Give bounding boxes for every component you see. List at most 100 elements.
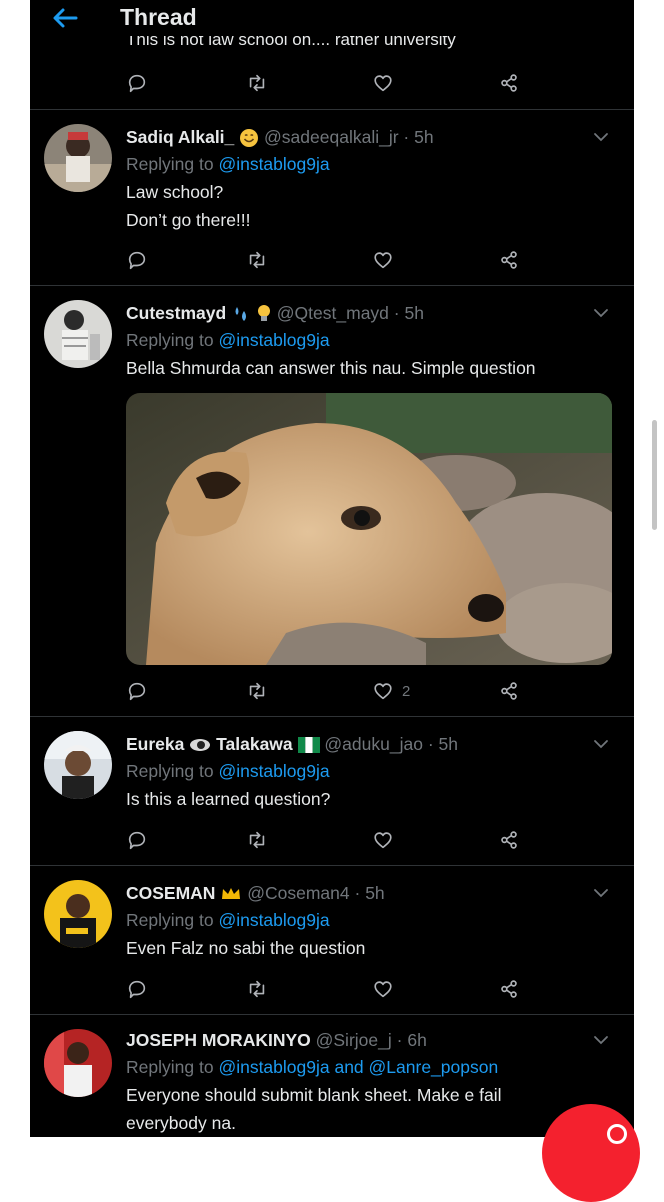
avatar[interactable] bbox=[44, 124, 112, 192]
handle[interactable]: @aduku_jao bbox=[324, 734, 423, 754]
top-bar: Thread bbox=[30, 0, 634, 36]
retweet-button[interactable] bbox=[246, 976, 268, 1002]
reply-icon bbox=[128, 74, 146, 93]
tweet-actions: 2 bbox=[126, 678, 566, 706]
crown-icon bbox=[222, 888, 241, 900]
retweet-button[interactable] bbox=[246, 827, 268, 853]
handle[interactable]: @Coseman4 bbox=[247, 883, 349, 903]
scrollbar[interactable] bbox=[652, 420, 657, 530]
tweet-text-line: Law school? bbox=[126, 182, 224, 202]
more-options-button[interactable] bbox=[592, 130, 610, 144]
display-name[interactable]: Eureka bbox=[126, 734, 184, 754]
eye-icon bbox=[190, 739, 211, 752]
mention-link[interactable]: @instablog9ja bbox=[218, 910, 329, 930]
avatar[interactable] bbox=[44, 300, 112, 368]
timestamp[interactable]: 5h bbox=[365, 883, 384, 903]
mention-link[interactable]: @instablog9ja bbox=[218, 330, 329, 350]
replying-prefix: Replying to bbox=[126, 910, 214, 930]
separator-dot: · bbox=[354, 883, 361, 903]
tweet-body: JOSEPH MORAKINYO @Sirjoe_j · 6h Replying… bbox=[126, 1027, 618, 1137]
reply-button[interactable] bbox=[126, 678, 148, 704]
share-button[interactable] bbox=[498, 247, 520, 273]
tweet-body: Eureka Talakawa @aduku_jao · 5h Replying… bbox=[126, 731, 618, 813]
like-button[interactable] bbox=[372, 827, 394, 853]
display-name[interactable]: Sadiq Alkali_ bbox=[126, 127, 234, 147]
timestamp[interactable]: 5h bbox=[439, 734, 458, 754]
more-options-button[interactable] bbox=[592, 1033, 610, 1047]
reply-icon bbox=[128, 682, 146, 701]
display-name[interactable]: COSEMAN bbox=[126, 883, 215, 903]
share-button[interactable] bbox=[498, 678, 520, 704]
share-button[interactable] bbox=[498, 70, 520, 96]
tweet-media-image[interactable] bbox=[126, 393, 612, 665]
reply-button[interactable] bbox=[126, 976, 148, 1002]
more-options-button[interactable] bbox=[592, 737, 610, 751]
partial-tweet[interactable]: This is not law school oh.... rather uni… bbox=[30, 30, 634, 110]
avatar[interactable] bbox=[44, 731, 112, 799]
timestamp[interactable]: 6h bbox=[407, 1030, 426, 1050]
handle[interactable]: @sadeeqalkali_jr bbox=[264, 127, 399, 147]
chevron-down-icon bbox=[594, 133, 608, 142]
tweet-header: Sadiq Alkali_ @sadeeqalkali_jr · 5h bbox=[126, 124, 618, 150]
retweet-icon bbox=[249, 682, 265, 700]
mention-link[interactable]: @instablog9ja bbox=[218, 154, 329, 174]
reply-button[interactable] bbox=[126, 247, 148, 273]
retweet-button[interactable] bbox=[246, 247, 268, 273]
replying-to: Replying to @instablog9ja and @Lanre_pop… bbox=[126, 1053, 618, 1081]
like-icon bbox=[374, 683, 392, 700]
back-arrow-icon bbox=[53, 8, 78, 28]
like-button[interactable]: 2 bbox=[372, 678, 410, 704]
tweet-actions bbox=[126, 247, 566, 275]
tweet[interactable]: Cutestmayd @Qtest_mayd · 5h Replying to … bbox=[30, 286, 634, 717]
replying-to: Replying to @instablog9ja bbox=[126, 757, 618, 785]
avatar[interactable] bbox=[44, 880, 112, 948]
reply-button[interactable] bbox=[126, 70, 148, 96]
like-icon bbox=[374, 75, 392, 92]
handle[interactable]: @Sirjoe_j bbox=[316, 1030, 392, 1050]
like-button[interactable] bbox=[372, 247, 394, 273]
page-title: Thread bbox=[120, 4, 197, 30]
tweet-header: Cutestmayd @Qtest_mayd · 5h bbox=[126, 300, 618, 326]
display-name[interactable]: Cutestmayd bbox=[126, 303, 226, 323]
more-options-button[interactable] bbox=[592, 306, 610, 320]
mention-link[interactable]: @instablog9ja and @Lanre_popson bbox=[218, 1057, 498, 1077]
tweet-text-line: Bella Shmurda can answer this nau. Simpl… bbox=[126, 358, 536, 378]
tweet-text-line: Is this a learned question? bbox=[126, 789, 331, 809]
display-name-suffix[interactable]: Talakawa bbox=[216, 734, 293, 754]
share-icon bbox=[501, 251, 517, 269]
retweet-icon bbox=[249, 831, 265, 849]
separator-dot: · bbox=[403, 127, 410, 147]
tweet-actions bbox=[126, 976, 566, 1004]
tweet-text-line: Even Falz no sabi the question bbox=[126, 938, 366, 958]
tweet[interactable]: JOSEPH MORAKINYO @Sirjoe_j · 6h Replying… bbox=[30, 1015, 634, 1137]
handle[interactable]: @Qtest_mayd bbox=[277, 303, 389, 323]
tweet[interactable]: Sadiq Alkali_ @sadeeqalkali_jr · 5h Repl… bbox=[30, 110, 634, 286]
tweet[interactable]: COSEMAN @Coseman4 · 5h Replying to @inst… bbox=[30, 866, 634, 1015]
timestamp[interactable]: 5h bbox=[404, 303, 423, 323]
share-button[interactable] bbox=[498, 827, 520, 853]
replying-to: Replying to @instablog9ja bbox=[126, 150, 618, 178]
tweet-text-line: Everyone should submit blank sheet. Make… bbox=[126, 1085, 502, 1105]
retweet-button[interactable] bbox=[246, 678, 268, 704]
display-name[interactable]: JOSEPH MORAKINYO bbox=[126, 1030, 311, 1050]
tweet-body: Sadiq Alkali_ @sadeeqalkali_jr · 5h Repl… bbox=[126, 124, 618, 234]
like-count: 2 bbox=[402, 682, 411, 700]
avatar[interactable] bbox=[44, 1029, 112, 1097]
dog-photo bbox=[126, 393, 612, 665]
retweet-icon bbox=[249, 251, 265, 269]
timestamp[interactable]: 5h bbox=[414, 127, 433, 147]
mention-link[interactable]: @instablog9ja bbox=[218, 761, 329, 781]
like-button[interactable] bbox=[372, 70, 394, 96]
tweet[interactable]: Eureka Talakawa @aduku_jao · 5h Replying… bbox=[30, 717, 634, 866]
reply-button[interactable] bbox=[126, 827, 148, 853]
share-button[interactable] bbox=[498, 976, 520, 1002]
tweet-actions bbox=[126, 827, 566, 855]
light-bulb-icon bbox=[257, 305, 270, 322]
retweet-button[interactable] bbox=[246, 70, 268, 96]
back-button[interactable] bbox=[50, 4, 80, 32]
compose-button[interactable] bbox=[542, 1104, 640, 1202]
like-button[interactable] bbox=[372, 976, 394, 1002]
more-options-button[interactable] bbox=[592, 886, 610, 900]
nigeria-flag-icon bbox=[297, 737, 320, 754]
tweet-header: Eureka Talakawa @aduku_jao · 5h bbox=[126, 731, 618, 757]
